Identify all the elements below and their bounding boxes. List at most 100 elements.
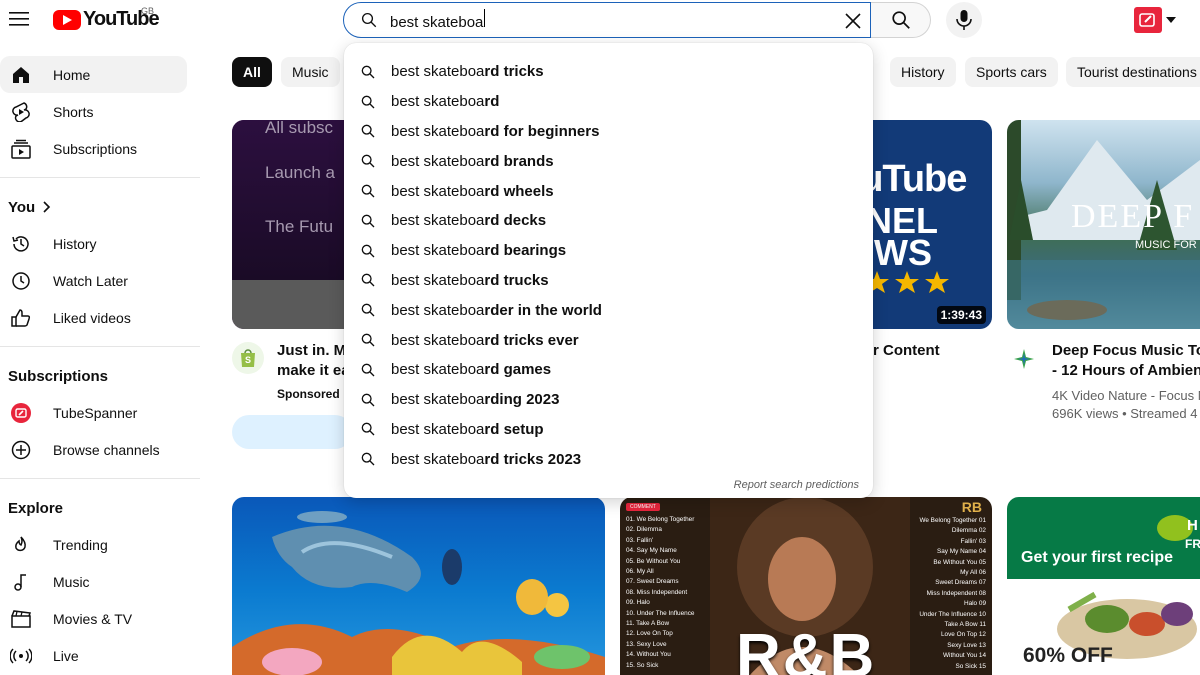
sidebar-item-watch-later[interactable]: Watch Later xyxy=(0,262,187,299)
star-rating-icon xyxy=(865,271,949,293)
subscriptions-icon xyxy=(10,138,32,160)
suggestion-completion-text: rd games xyxy=(484,361,552,379)
track-item: 11. Take A Bow xyxy=(626,620,670,628)
channel-avatar-4k-nature[interactable] xyxy=(1012,347,1036,371)
shopping-bag-icon: S xyxy=(241,349,255,367)
search-suggestion-item[interactable]: best skateboa rder in the world xyxy=(344,295,873,325)
search-input[interactable]: best skateboa xyxy=(390,9,830,31)
thumbs-up-icon xyxy=(10,307,32,329)
track-item: Miss Independent 08 xyxy=(926,589,986,597)
ad-cta-button[interactable] xyxy=(232,415,352,449)
sidebar-item-tubespanner[interactable]: TubeSpanner xyxy=(0,394,187,431)
video-duration: 1:39:43 xyxy=(936,306,986,324)
report-search-predictions-link[interactable]: Report search predictions xyxy=(734,479,859,491)
video-title-4-line1[interactable]: Deep Focus Music To I xyxy=(1052,341,1200,361)
search-suggestion-item[interactable]: best skateboa rd wheels xyxy=(344,176,873,206)
brand-text-2: FR xyxy=(1185,537,1200,551)
track-item: 06. My All xyxy=(626,568,654,576)
sidebar-you-heading[interactable]: You xyxy=(0,189,200,225)
search-suggestion-item[interactable]: best skateboa rd games xyxy=(344,355,873,385)
music-note-icon xyxy=(10,571,32,593)
sidebar-item-live[interactable]: Live xyxy=(0,637,187,674)
search-suggestion-item[interactable]: best skateboa rd for beginners xyxy=(344,117,873,147)
chip-music[interactable]: Music xyxy=(281,57,340,87)
video-title-1-line1[interactable]: Just in. M xyxy=(277,341,346,361)
search-suggestion-item[interactable]: best skateboa rd xyxy=(344,87,873,117)
chip-tourist-destinations[interactable]: Tourist destinations xyxy=(1066,57,1200,87)
video-thumbnail-7[interactable]: H FR Get your first recipe 60% OFF xyxy=(1007,497,1200,675)
menu-icon[interactable] xyxy=(8,7,32,31)
suggestion-completion-text: rd tricks ever xyxy=(484,331,579,349)
search-suggestion-item[interactable]: best skateboa rd tricks ever xyxy=(344,325,873,355)
search-suggestion-item[interactable]: best skateboa rd bearings xyxy=(344,236,873,266)
suggestion-completion-text: rd tricks 2023 xyxy=(484,450,582,468)
sidebar-item-label: History xyxy=(53,235,97,252)
suggestion-completion-text: rder in the world xyxy=(484,301,602,319)
sidebar-item-label: Browse channels xyxy=(53,441,160,458)
thumbnail-text: DEEP F xyxy=(1071,198,1195,235)
video-channel-4[interactable]: 4K Video Nature - Focus M xyxy=(1052,386,1200,405)
home-icon xyxy=(10,64,32,86)
sidebar-item-label: Home xyxy=(53,66,91,83)
account-avatar xyxy=(1134,7,1162,33)
sidebar-item-browse-channels[interactable]: Browse channels xyxy=(0,431,187,468)
sidebar-item-home[interactable]: Home xyxy=(0,56,187,93)
video-title-3[interactable]: r Content xyxy=(873,341,940,361)
search-box[interactable]: best skateboa xyxy=(343,2,871,38)
search-suggestion-item[interactable]: best skateboa rd brands xyxy=(344,146,873,176)
sidebar-item-shorts[interactable]: Shorts xyxy=(0,93,187,130)
search-icon xyxy=(360,272,376,288)
sidebar-item-trending[interactable]: Trending xyxy=(0,526,187,563)
track-item: Say My Name 04 xyxy=(936,548,986,556)
comment-badge: COMMENT xyxy=(626,503,660,511)
suggestion-typed-text: best skateboa xyxy=(391,361,485,379)
track-item: 03. Fallin' xyxy=(626,536,654,544)
track-item: So Sick 15 xyxy=(955,662,986,670)
shopify-logo[interactable]: S xyxy=(232,342,264,374)
close-icon xyxy=(845,13,861,29)
film-icon xyxy=(10,608,32,630)
search-icon xyxy=(360,421,376,437)
suggestion-typed-text: best skateboa xyxy=(391,391,485,409)
video-thumbnail-4[interactable]: DEEP F MUSIC FOR xyxy=(1007,120,1200,329)
suggestion-completion-text: rd brands xyxy=(484,152,554,170)
sidebar-subscriptions-heading: Subscriptions xyxy=(0,358,200,394)
sidebar-item-liked-videos[interactable]: Liked videos xyxy=(0,299,187,336)
search-suggestion-item[interactable]: best skateboa rd decks xyxy=(344,206,873,236)
sidebar-item-music[interactable]: Music xyxy=(0,563,187,600)
caret-down-icon xyxy=(1166,17,1176,23)
search-icon xyxy=(361,12,377,28)
suggestion-typed-text: best skateboa xyxy=(391,301,485,319)
channel-avatar xyxy=(10,402,32,424)
video-title-1-line2[interactable]: make it ea xyxy=(277,361,350,381)
sidebar-item-movies-tv[interactable]: Movies & TV xyxy=(0,600,187,637)
sidebar-divider xyxy=(0,346,200,347)
search-suggestion-item[interactable]: best skateboa rd tricks xyxy=(344,57,873,87)
explore-heading-text: Explore xyxy=(8,499,64,517)
sidebar-item-history[interactable]: History xyxy=(0,225,187,262)
search-suggestion-item[interactable]: best skateboa rding 2023 xyxy=(344,385,873,415)
video-title-4-line2[interactable]: - 12 Hours of Ambient xyxy=(1052,361,1200,381)
leaf-logo-icon xyxy=(1014,349,1034,369)
live-icon xyxy=(10,645,32,667)
chip-history[interactable]: History xyxy=(890,57,956,87)
rb-corner-logo: RB xyxy=(961,499,982,515)
video-thumbnail-5[interactable] xyxy=(232,497,605,675)
chip-all[interactable]: All xyxy=(232,57,272,87)
search-suggestion-item[interactable]: best skateboa rd trucks xyxy=(344,266,873,296)
thumbnail-text: All subsc xyxy=(265,120,334,137)
track-item: Under The Influence 10 xyxy=(919,610,986,618)
suggestion-completion-text: rd bearings xyxy=(484,242,567,260)
brand-text: H xyxy=(1187,517,1198,534)
search-button[interactable] xyxy=(871,2,931,38)
clear-search-button[interactable] xyxy=(840,8,866,34)
rb-big-title: R&B xyxy=(736,622,877,675)
search-suggestion-item[interactable]: best skateboa rd tricks 2023 xyxy=(344,444,873,474)
sidebar-item-subscriptions[interactable]: Subscriptions xyxy=(0,130,187,167)
search-suggestion-item[interactable]: best skateboa rd setup xyxy=(344,415,873,445)
chip-sports-cars[interactable]: Sports cars xyxy=(965,57,1058,87)
video-thumbnail-6[interactable]: COMMENT RB 01. We Belong Together 02. Di… xyxy=(620,497,992,675)
voice-search-button[interactable] xyxy=(946,2,982,38)
account-switcher[interactable] xyxy=(1134,7,1176,33)
track-item: 15. So Sick xyxy=(626,661,659,669)
